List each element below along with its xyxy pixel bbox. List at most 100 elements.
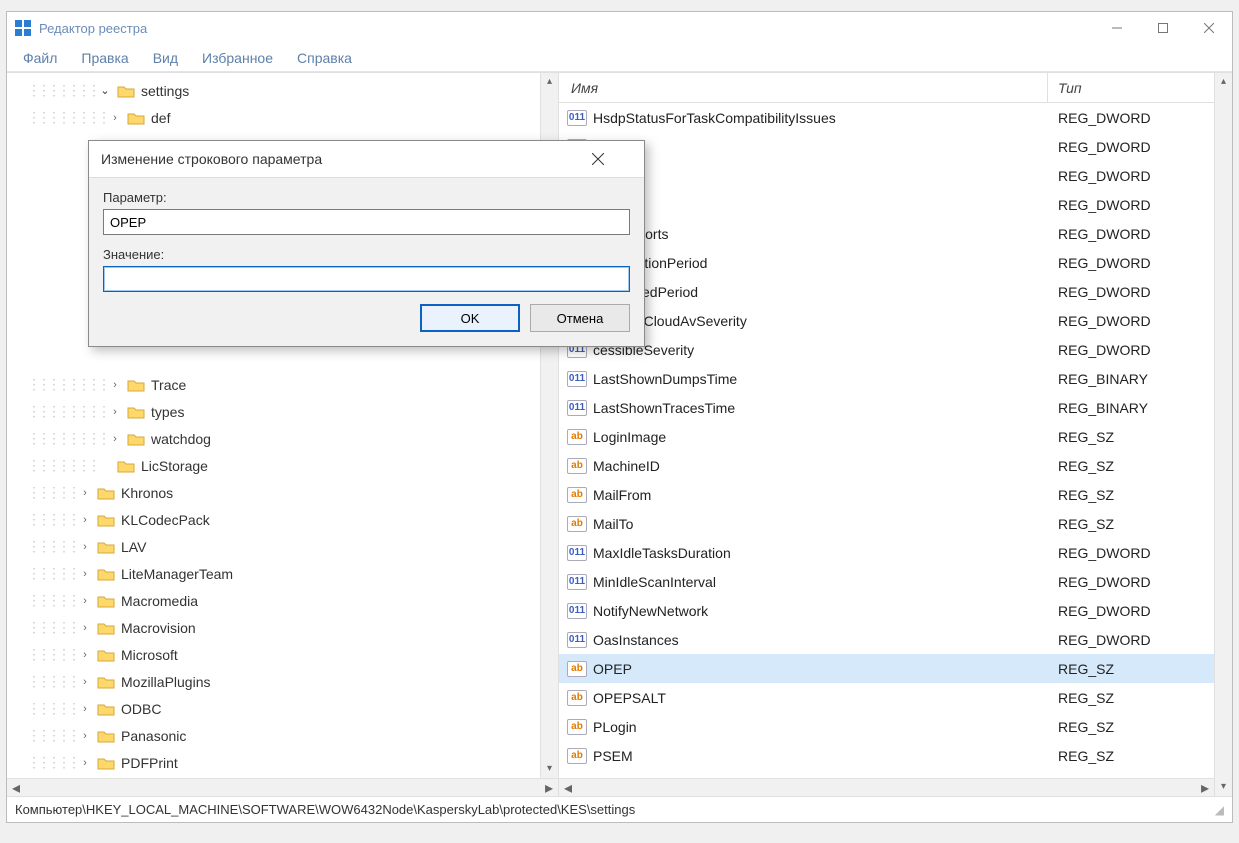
tree-expander-icon[interactable]: › (77, 703, 93, 715)
tree-expander-icon[interactable]: › (77, 676, 93, 688)
tree-item[interactable]: ⋮⋮⋮⋮⋮›Khronos (27, 479, 540, 506)
value-row[interactable]: 011LastShownTracesTimeREG_BINARY (559, 393, 1214, 422)
tree-expander-icon[interactable]: › (77, 622, 93, 634)
tree-hscroll[interactable]: ◂ ▸ (7, 778, 558, 796)
value-row[interactable]: abPSEMREG_SZ (559, 741, 1214, 770)
app-icon (15, 20, 31, 36)
minimize-button[interactable] (1094, 12, 1140, 44)
value-row[interactable]: abLoginImageREG_SZ (559, 422, 1214, 451)
scroll-right-icon[interactable]: ▸ (540, 778, 558, 798)
tree-expander-icon[interactable]: › (107, 406, 123, 418)
value-row[interactable]: abPLoginREG_SZ (559, 712, 1214, 741)
tree-item-label: Macrovision (121, 620, 196, 636)
tree-item-label: Panasonic (121, 728, 186, 744)
value-row[interactable]: 011NotifyNewNetworkREG_DWORD (559, 596, 1214, 625)
value-row[interactable]: 011cessibleSeverityREG_DWORD (559, 335, 1214, 364)
tree-item-label: LicStorage (141, 458, 208, 474)
value-row[interactable]: 011BeExpiredPeriodREG_DWORD (559, 277, 1214, 306)
value-name: BeExpiredPeriod (593, 284, 1048, 300)
tree-item[interactable]: ⋮⋮⋮⋮⋮›PDFPrint (27, 749, 540, 776)
scroll-down-icon[interactable]: ▾ (541, 760, 558, 778)
tree-expander-icon[interactable]: › (107, 112, 123, 124)
folder-icon (97, 674, 115, 690)
ok-button[interactable]: OK (420, 304, 520, 332)
tree-item[interactable]: ⋮⋮⋮⋮⋮›ODBC (27, 695, 540, 722)
tree-expander-icon[interactable]: › (77, 514, 93, 526)
value-row[interactable]: 011MaxIdleTasksDurationREG_DWORD (559, 538, 1214, 567)
tree-item[interactable]: ⋮⋮⋮⋮⋮›Panasonic (27, 722, 540, 749)
tree-item[interactable]: ⋮⋮⋮⋮⋮›MozillaPlugins (27, 668, 540, 695)
tree-item[interactable]: ⋮⋮⋮⋮⋮›Macromedia (27, 587, 540, 614)
value-row[interactable]: 011HsdpStatusForTaskCompatibilityIssuesR… (559, 103, 1214, 132)
folder-icon (97, 539, 115, 555)
tree-item-label: LiteManagerTeam (121, 566, 233, 582)
maximize-button[interactable] (1140, 12, 1186, 44)
tree-item[interactable]: ⋮⋮⋮⋮⋮›KLCodecPack (27, 506, 540, 533)
value-row[interactable]: 011centReportsREG_DWORD (559, 219, 1214, 248)
tree-item[interactable]: ⋮⋮⋮⋮⋮⋮⋮⋮›def (27, 104, 540, 131)
scroll-left-icon[interactable]: ◂ (559, 778, 577, 798)
tree-item[interactable]: ⋮⋮⋮⋮⋮⋮⋮⌄settings (27, 77, 540, 104)
tree-expander-icon[interactable]: › (107, 433, 123, 445)
value-row[interactable]: 011iveREG_DWORD (559, 190, 1214, 219)
value-type: REG_DWORD (1048, 284, 1214, 300)
scroll-left-icon[interactable]: ◂ (7, 778, 25, 798)
menu-file[interactable]: Файл (13, 46, 67, 70)
menu-help[interactable]: Справка (287, 46, 362, 70)
tree-expander-icon[interactable]: › (77, 541, 93, 553)
column-header-name[interactable]: Имя (559, 73, 1048, 102)
tree-item-label: ODBC (121, 701, 161, 717)
value-row[interactable]: abMailToREG_SZ (559, 509, 1214, 538)
tree-item[interactable]: ⋮⋮⋮⋮⋮›LiteManagerTeam (27, 560, 540, 587)
tree-item[interactable]: ⋮⋮⋮⋮⋮⋮⋮⋮›types (27, 398, 540, 425)
scroll-up-icon[interactable]: ▴ (541, 73, 558, 91)
tree-expander-icon[interactable]: › (77, 487, 93, 499)
tree-item[interactable]: ⋮⋮⋮⋮⋮›LAV (27, 533, 540, 560)
tree-item[interactable]: ⋮⋮⋮⋮⋮›Microsoft (27, 641, 540, 668)
reg-string-icon: ab (567, 458, 587, 474)
value-row[interactable]: 011LastShownDumpsTimeREG_BINARY (559, 364, 1214, 393)
tree-expander-icon[interactable]: › (77, 730, 93, 742)
scroll-right-icon[interactable]: ▸ (1196, 778, 1214, 798)
value-row[interactable]: abOPEPSALTREG_SZ (559, 683, 1214, 712)
folder-icon (97, 620, 115, 636)
list-body[interactable]: 011HsdpStatusForTaskCompatibilityIssuesR… (559, 103, 1214, 778)
value-row[interactable]: 011OasInstancesREG_DWORD (559, 625, 1214, 654)
menu-edit[interactable]: Правка (71, 46, 138, 70)
list-hscroll[interactable]: ◂ ▸ (559, 778, 1214, 796)
value-name: MinIdleScanInterval (593, 574, 1048, 590)
value-row[interactable]: 011cessibleCloudAvSeverityREG_DWORD (559, 306, 1214, 335)
reg-binary-icon: 011 (567, 632, 587, 648)
column-header-type[interactable]: Тип (1048, 73, 1214, 102)
value-row[interactable]: abOPEPREG_SZ (559, 654, 1214, 683)
value-row[interactable]: abMachineIDREG_SZ (559, 451, 1214, 480)
value-row[interactable]: 011allREG_DWORD (559, 161, 1214, 190)
menu-view[interactable]: Вид (143, 46, 188, 70)
dialog-close-button[interactable] (592, 153, 632, 165)
close-button[interactable] (1186, 12, 1232, 44)
value-row[interactable]: 011MinIdleScanIntervalREG_DWORD (559, 567, 1214, 596)
value-input[interactable] (103, 266, 630, 292)
tree-expander-icon[interactable]: › (77, 757, 93, 769)
menu-favorites[interactable]: Избранное (192, 46, 283, 70)
tree-expander-icon[interactable]: › (77, 595, 93, 607)
tree-item[interactable]: ⋮⋮⋮⋮⋮⋮⋮⋮›Trace (27, 371, 540, 398)
tree-item[interactable]: ⋮⋮⋮⋮⋮›Macrovision (27, 614, 540, 641)
tree-expander-icon[interactable]: ⌄ (97, 84, 113, 97)
value-row[interactable]: abMailFromREG_SZ (559, 480, 1214, 509)
param-input[interactable] (103, 209, 630, 235)
value-label: Значение: (103, 247, 630, 262)
tree-item[interactable]: ⋮⋮⋮⋮⋮⋮⋮⋮›watchdog (27, 425, 540, 452)
resize-grip-icon[interactable]: ◢ (1215, 803, 1224, 817)
value-row[interactable]: 011utExpirationPeriodREG_DWORD (559, 248, 1214, 277)
tree-expander-icon[interactable]: › (77, 568, 93, 580)
list-vscroll[interactable]: ▴ ▾ (1214, 73, 1232, 796)
tree-item[interactable]: ⋮⋮⋮⋮⋮⋮⋮›LicStorage (27, 452, 540, 479)
tree-expander-icon[interactable]: › (77, 649, 93, 661)
scroll-up-icon[interactable]: ▴ (1215, 73, 1232, 91)
tree-expander-icon[interactable]: › (107, 379, 123, 391)
reg-string-icon: ab (567, 719, 587, 735)
cancel-button[interactable]: Отмена (530, 304, 630, 332)
scroll-down-icon[interactable]: ▾ (1215, 778, 1232, 796)
value-row[interactable]: 011tsDelayREG_DWORD (559, 132, 1214, 161)
